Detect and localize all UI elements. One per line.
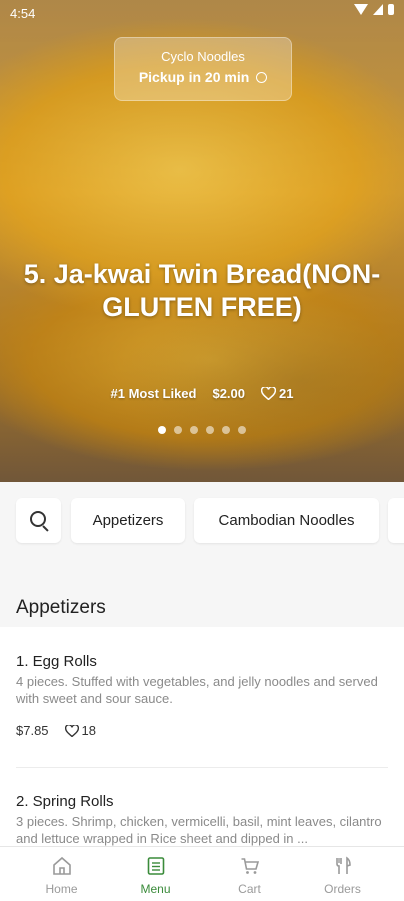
nav-label-orders: Orders bbox=[324, 882, 361, 896]
featured-meta: #1 Most Liked $2.00 21 bbox=[0, 386, 404, 401]
item-description: 3 pieces. Shrimp, chicken, vermicelli, b… bbox=[16, 814, 382, 846]
item-likes[interactable]: 18 bbox=[64, 723, 97, 738]
pickup-card[interactable]: Cyclo Noodles Pickup in 20 min bbox=[114, 37, 292, 101]
nav-label-menu: Menu bbox=[140, 882, 171, 896]
status-icons bbox=[354, 4, 394, 15]
battery-icon bbox=[388, 4, 394, 15]
signal-icon bbox=[373, 4, 383, 15]
nav-home[interactable]: Home bbox=[11, 847, 112, 901]
status-time: 4:54 bbox=[10, 6, 36, 21]
section-header: Appetizers bbox=[0, 560, 404, 627]
item-divider bbox=[16, 767, 388, 768]
featured-likes-count: 21 bbox=[279, 386, 294, 401]
carousel-dot[interactable] bbox=[174, 426, 182, 434]
pickup-time-label: Pickup in 20 min bbox=[138, 69, 250, 85]
featured-price: $2.00 bbox=[212, 386, 246, 401]
item-name: 2. Spring Rolls bbox=[16, 793, 114, 810]
pickup-time[interactable]: Pickup in 20 min bbox=[115, 69, 291, 85]
category-chip-appetizers[interactable]: Appetizers bbox=[71, 498, 185, 543]
category-bar: Appetizers Cambodian Noodles bbox=[0, 482, 404, 560]
nav-label-cart: Cart bbox=[238, 882, 261, 896]
orders-icon bbox=[336, 856, 351, 874]
menu-list: 1. Egg Rolls 4 pieces. Stuffed with vege… bbox=[0, 627, 404, 847]
item-price: $7.85 bbox=[16, 723, 49, 738]
search-button[interactable] bbox=[16, 498, 61, 543]
nav-menu[interactable]: Menu bbox=[105, 847, 206, 901]
category-chip-next[interactable] bbox=[388, 498, 404, 543]
carousel-indicator bbox=[0, 426, 404, 434]
section-title: Appetizers bbox=[16, 597, 106, 618]
category-chip-cambodian-noodles[interactable]: Cambodian Noodles bbox=[194, 498, 379, 543]
bottom-nav: Home Menu Cart Orders bbox=[0, 846, 404, 901]
carousel-dot[interactable] bbox=[158, 426, 166, 434]
featured-likes[interactable]: 21 bbox=[261, 386, 293, 401]
restaurant-name: Cyclo Noodles bbox=[161, 49, 245, 64]
item-description: 4 pieces. Stuffed with vegetables, and j… bbox=[16, 674, 378, 706]
chevron-circle-icon bbox=[256, 71, 268, 83]
menu-item-spring-rolls[interactable]: 2. Spring Rolls 3 pieces. Shrimp, chicke… bbox=[16, 793, 388, 847]
heart-icon bbox=[261, 387, 277, 400]
menu-item-egg-rolls[interactable]: 1. Egg Rolls 4 pieces. Stuffed with vege… bbox=[16, 653, 388, 738]
status-bar: 4:54 bbox=[0, 0, 404, 26]
carousel-dot[interactable] bbox=[206, 426, 214, 434]
nav-cart[interactable]: Cart bbox=[199, 847, 300, 901]
wifi-icon bbox=[354, 4, 368, 15]
featured-hero[interactable]: 4:54 Cyclo Noodles Pickup in 20 min 5. J… bbox=[0, 0, 404, 482]
item-meta: $7.85 18 bbox=[16, 723, 388, 738]
home-icon bbox=[53, 856, 71, 875]
carousel-dot[interactable] bbox=[222, 426, 230, 434]
carousel-dot[interactable] bbox=[190, 426, 198, 434]
heart-icon bbox=[64, 724, 79, 737]
search-icon-handle bbox=[42, 525, 49, 532]
nav-orders[interactable]: Orders bbox=[292, 847, 393, 901]
nav-label-home: Home bbox=[45, 882, 78, 896]
featured-title: 5. Ja-kwai Twin Bread(NON-GLUTEN FREE) bbox=[23, 259, 381, 322]
item-likes-count: 18 bbox=[81, 723, 97, 738]
menu-icon bbox=[147, 857, 165, 875]
featured-badge: #1 Most Liked bbox=[110, 386, 197, 401]
cart-icon bbox=[241, 858, 260, 874]
carousel-dot[interactable] bbox=[238, 426, 246, 434]
item-name: 1. Egg Rolls bbox=[16, 653, 97, 670]
